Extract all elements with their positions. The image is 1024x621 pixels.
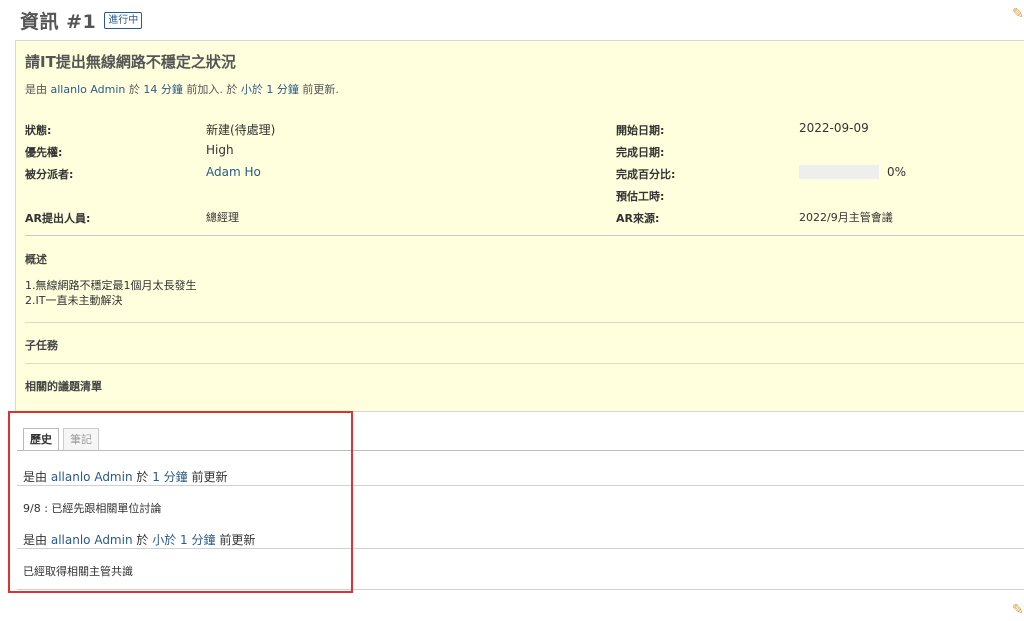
status-label: 狀態:: [25, 124, 52, 137]
page-header: 資訊 #1 進行中: [20, 6, 143, 34]
description-line-1: 1.無線網路不穩定最1個月太長發生: [25, 279, 197, 292]
issue-subject: 請IT提出無線網路不穩定之狀況: [25, 53, 236, 71]
ar-source-label: AR來源:: [616, 212, 660, 225]
issue-author-line: 是由 allanlo Admin 於 14 分鐘 前加入. 於 小於 1 分鐘 …: [25, 81, 339, 97]
due-date-label: 完成日期:: [616, 146, 665, 159]
author-mid1: 於: [128, 83, 140, 96]
status-value: 新建(待處理): [206, 123, 276, 137]
pencil-icon[interactable]: ✎: [1012, 602, 1024, 618]
start-date-value: 2022-09-09: [799, 121, 869, 135]
ar-source-value: 2022/9月主管會議: [799, 211, 893, 224]
assignee-link[interactable]: Adam Ho: [206, 165, 261, 179]
priority-label: 優先權:: [25, 146, 63, 159]
ar-submitter-value: 總經理: [206, 211, 239, 224]
description-line-2: 2.IT一直未主動解決: [25, 294, 123, 307]
highlight-annotation: [8, 411, 353, 593]
author-prefix: 是由: [25, 83, 47, 96]
priority-value: High: [206, 143, 234, 157]
done-ratio-value: 0%: [887, 165, 907, 179]
author-suffix: 前更新.: [302, 83, 339, 96]
divider: [25, 322, 1024, 323]
pencil-icon[interactable]: ✎: [1012, 6, 1024, 22]
created-time-link[interactable]: 14 分鐘: [143, 83, 183, 96]
done-ratio-label: 完成百分比:: [616, 168, 676, 181]
start-date-label: 開始日期:: [616, 124, 665, 137]
issue-details: 請IT提出無線網路不穩定之狀況 是由 allanlo Admin 於 14 分鐘…: [15, 40, 1024, 412]
assignee-label: 被分派者:: [25, 168, 74, 181]
author-mid2: 前加入. 於: [186, 83, 238, 96]
author-link[interactable]: allanlo Admin: [51, 83, 126, 96]
subtasks-title: 子任務: [25, 339, 58, 352]
divider: [25, 235, 1024, 236]
related-issues-title: 相關的議題清單: [25, 380, 102, 393]
progress-bar: [799, 165, 879, 179]
status-badge: 進行中: [104, 11, 143, 29]
estimated-hours-label: 預估工時:: [616, 190, 665, 203]
description-title: 概述: [25, 253, 47, 266]
divider: [25, 363, 1024, 364]
page-title: 資訊 #1: [20, 10, 97, 33]
updated-time-link[interactable]: 小於 1 分鐘: [241, 83, 299, 96]
ar-submitter-label: AR提出人員:: [25, 212, 91, 225]
